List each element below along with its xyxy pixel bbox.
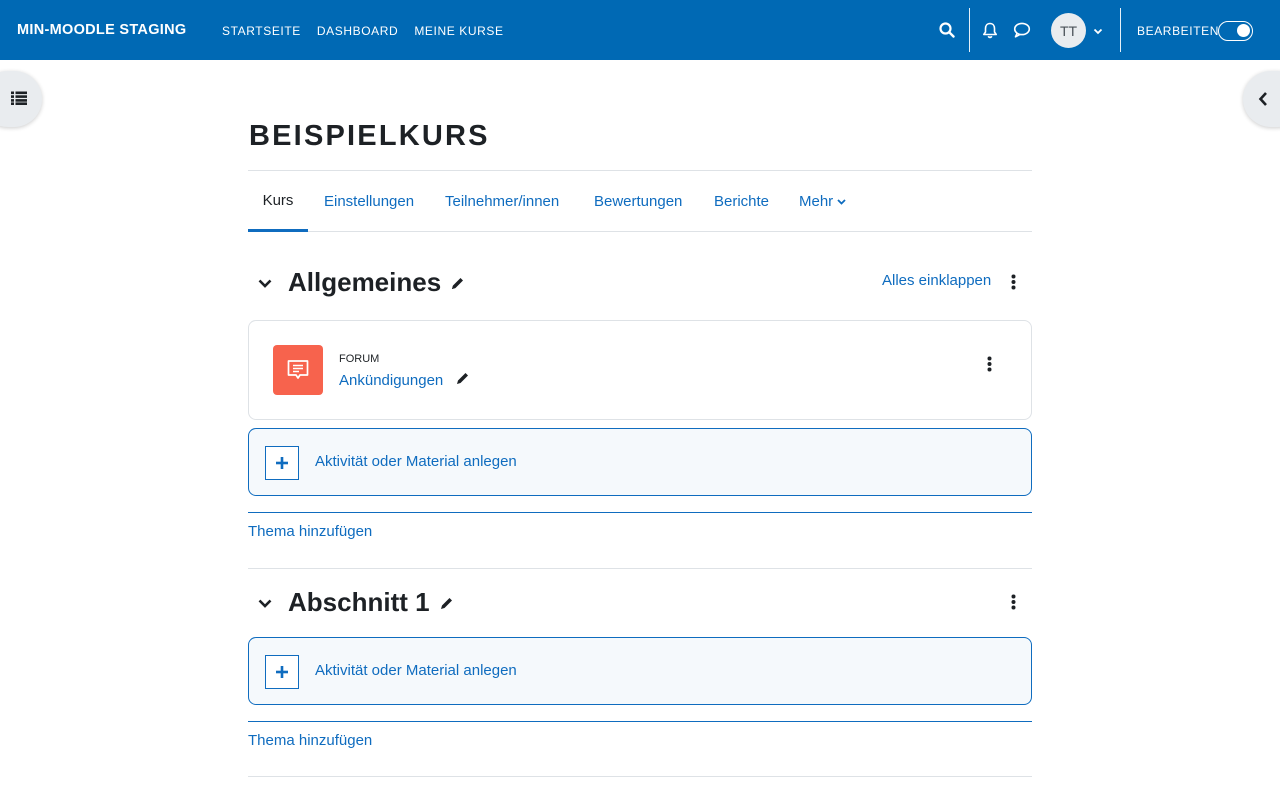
add-activity-button[interactable]: Aktivität oder Material anlegen (248, 637, 1032, 705)
course-index-drawer-toggle[interactable] (0, 71, 42, 127)
forum-icon (273, 345, 323, 395)
navbar-divider (1120, 8, 1121, 52)
nav-meine-kurse[interactable]: MEINE KURSE (414, 24, 503, 38)
list-icon (11, 91, 27, 105)
section-header-allgemeines: Allgemeines Alles einklappen (248, 267, 1032, 307)
plus-icon (265, 446, 299, 480)
chevron-down-icon[interactable] (258, 279, 272, 288)
pencil-icon[interactable] (439, 596, 454, 611)
activity-item: FORUM Ankündigungen (248, 320, 1032, 420)
section-divider (248, 512, 1032, 513)
kebab-menu-icon[interactable] (1011, 274, 1016, 290)
section-separator (248, 776, 1032, 777)
add-activity-label: Aktivität oder Material anlegen (315, 662, 517, 679)
site-brand[interactable]: MIN-MOODLE STAGING (17, 22, 186, 38)
user-avatar[interactable]: TT (1051, 13, 1086, 48)
section-title: Allgemeines (288, 267, 465, 298)
edit-mode-label: BEARBEITEN (1137, 24, 1220, 38)
add-topic-link[interactable]: Thema hinzufügen (248, 523, 372, 540)
kebab-menu-icon[interactable] (1011, 594, 1016, 610)
top-navbar: MIN-MOODLE STAGING STARTSEITE DASHBOARD … (0, 0, 1280, 60)
page-title: BEISPIELKURS (249, 120, 490, 152)
add-topic-link[interactable]: Thema hinzufügen (248, 732, 372, 749)
activity-type: FORUM (339, 353, 380, 365)
activity-link[interactable]: Ankündigungen (339, 372, 443, 389)
nav-startseite[interactable]: STARTSEITE (222, 24, 301, 38)
section-divider (248, 721, 1032, 722)
tab-kurs[interactable]: Kurs (248, 171, 308, 232)
navbar-divider (969, 8, 970, 52)
chevron-down-icon[interactable] (1093, 26, 1103, 36)
tab-einstellungen[interactable]: Einstellungen (324, 171, 414, 232)
tab-bewertungen[interactable]: Bewertungen (594, 171, 682, 232)
tab-mehr[interactable]: Mehr (799, 171, 846, 232)
nav-dashboard[interactable]: DASHBOARD (317, 24, 398, 38)
activity-name: Ankündigungen (339, 371, 470, 389)
section-title-text: Allgemeines (288, 267, 442, 297)
tab-berichte[interactable]: Berichte (714, 171, 769, 232)
chevron-left-icon (1258, 92, 1267, 106)
chevron-down-icon[interactable] (258, 599, 272, 608)
section-separator (248, 568, 1032, 569)
chat-icon[interactable] (1013, 21, 1031, 39)
section-title-text: Abschnitt 1 (288, 587, 430, 617)
toggle-knob (1237, 24, 1250, 37)
kebab-menu-icon[interactable] (987, 356, 992, 372)
section-header-abschnitt-1: Abschnitt 1 (248, 587, 1032, 627)
tab-teilnehmer[interactable]: Teilnehmer/innen (445, 171, 559, 232)
search-icon[interactable] (938, 21, 956, 39)
block-drawer-toggle[interactable] (1243, 71, 1280, 127)
course-tabs: Kurs Einstellungen Teilnehmer/innen Bewe… (248, 170, 1032, 232)
tab-mehr-label: Mehr (799, 193, 834, 210)
section-title: Abschnitt 1 (288, 587, 454, 618)
add-activity-button[interactable]: Aktivität oder Material anlegen (248, 428, 1032, 496)
pencil-icon[interactable] (455, 371, 470, 386)
collapse-all-link[interactable]: Alles einklappen (882, 272, 991, 289)
add-activity-label: Aktivität oder Material anlegen (315, 453, 517, 470)
pencil-icon[interactable] (450, 276, 465, 291)
primary-nav: STARTSEITE DASHBOARD MEINE KURSE (222, 24, 504, 38)
bell-icon[interactable] (981, 21, 999, 39)
plus-icon (265, 655, 299, 689)
edit-mode-toggle[interactable] (1218, 21, 1253, 41)
chevron-down-icon (837, 198, 846, 205)
